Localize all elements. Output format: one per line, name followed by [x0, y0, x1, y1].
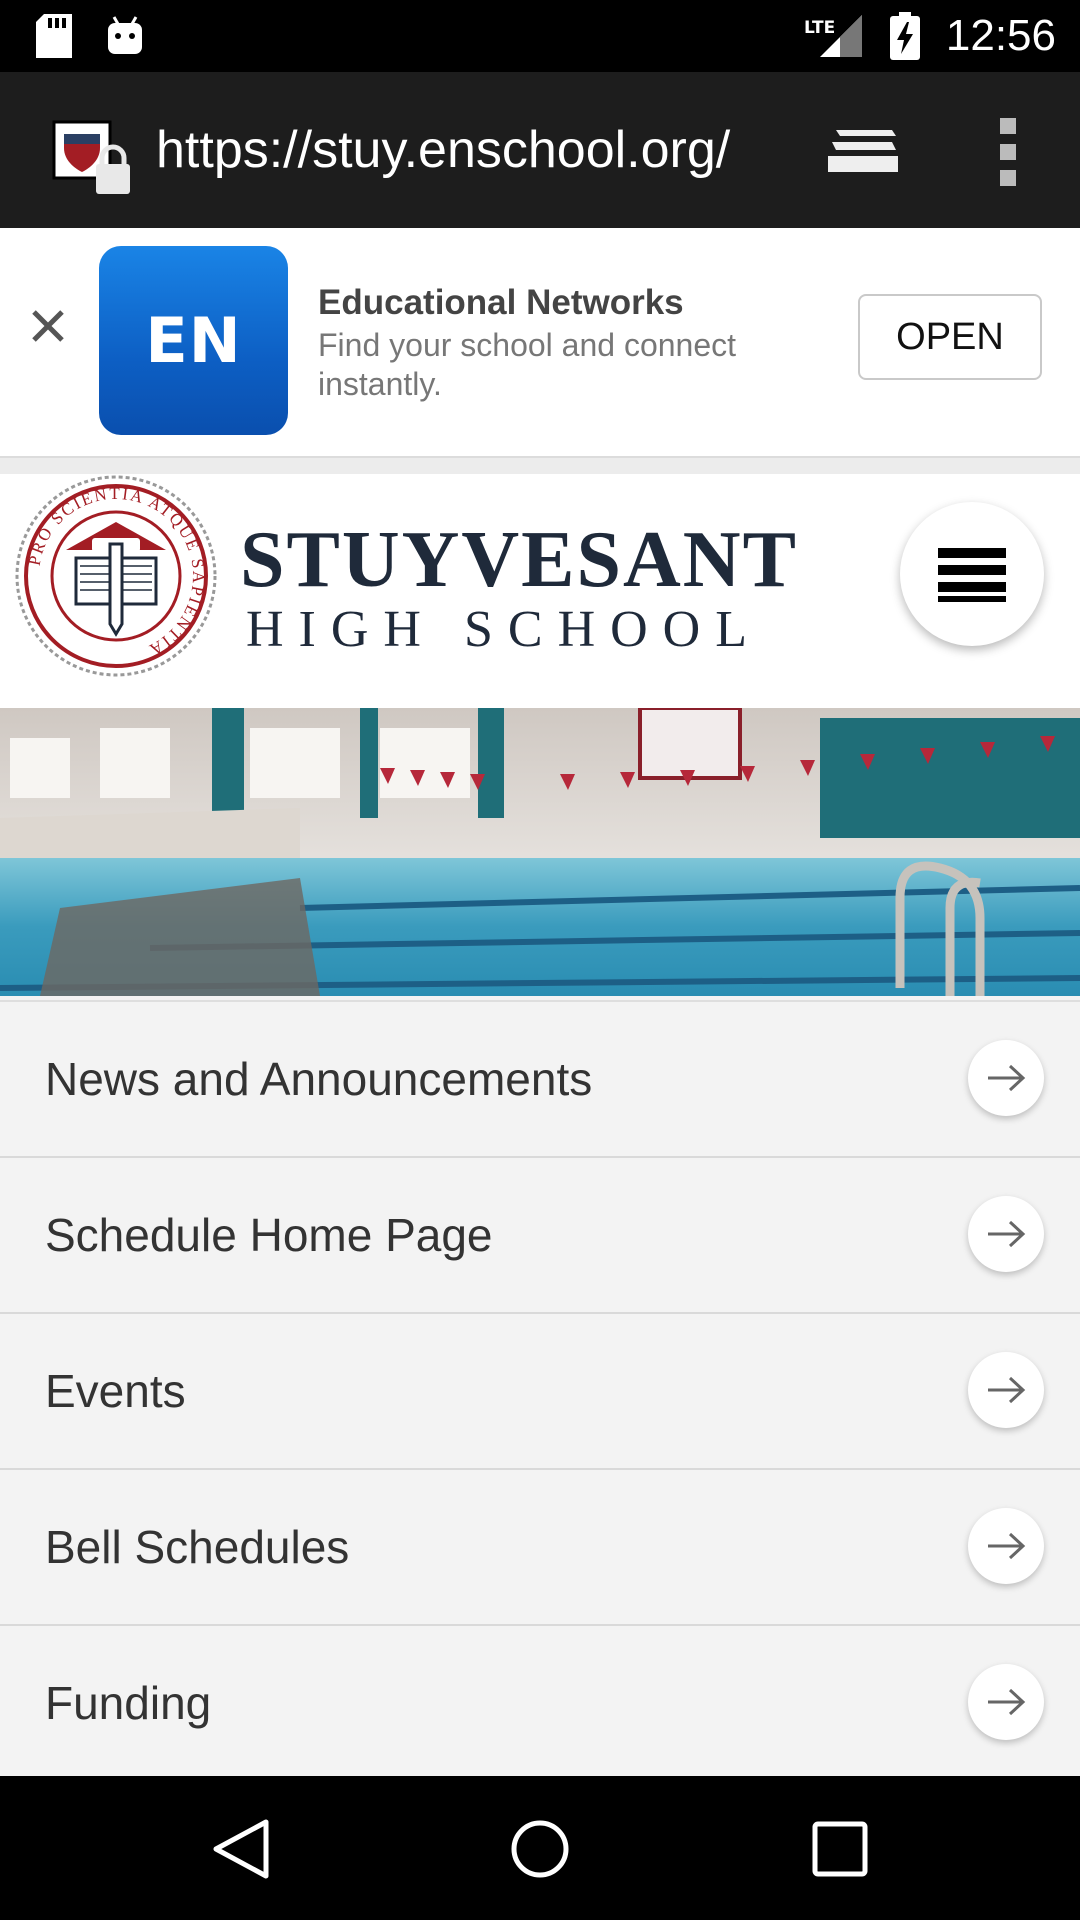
nav-item-events[interactable]: Events: [0, 1314, 1080, 1470]
nav-item-label: Schedule Home Page: [45, 1209, 493, 1261]
app-name: Educational Networks: [318, 283, 684, 322]
system-navigation-bar: [0, 1776, 1080, 1920]
arrow-right-icon[interactable]: [968, 1196, 1044, 1272]
back-icon[interactable]: [210, 1818, 272, 1880]
nav-item-label: News and Announcements: [45, 1053, 593, 1105]
android-icon: [106, 16, 144, 56]
nav-item-label: Events: [45, 1365, 186, 1417]
nav-list: News and Announcements Schedule Home Pag…: [0, 1000, 1080, 1778]
nav-item-bell-schedules[interactable]: Bell Schedules: [0, 1470, 1080, 1626]
nav-item-label: Funding: [45, 1677, 212, 1729]
school-name: STUYVESANT: [240, 516, 798, 604]
nav-item-news[interactable]: News and Announcements: [0, 1002, 1080, 1158]
arrow-right-icon[interactable]: [968, 1508, 1044, 1584]
lte-label: LTE: [804, 18, 835, 38]
school-seal-logo[interactable]: PRO SCIENTIA ATQUE SAPIENTIA: [14, 474, 218, 678]
tab-switcher-icon[interactable]: [826, 120, 902, 180]
status-bar: LTE 12:56: [0, 0, 1080, 72]
divider: [0, 458, 1080, 474]
site-header: PRO SCIENTIA ATQUE SAPIENTIA STUYVESANT …: [0, 474, 1080, 708]
school-subtitle: HIGH SCHOOL: [246, 601, 762, 658]
arrow-right-icon[interactable]: [968, 1040, 1044, 1116]
arrow-right-icon[interactable]: [968, 1664, 1044, 1740]
swimming-pool-photo: [0, 708, 1080, 996]
hamburger-icon: [938, 548, 1006, 602]
app-icon[interactable]: EN: [99, 246, 288, 435]
close-icon[interactable]: [28, 306, 68, 346]
arrow-right-icon[interactable]: [968, 1352, 1044, 1428]
app-install-banner: EN Educational Networks Find your school…: [0, 228, 1080, 458]
nav-item-schedule-home[interactable]: Schedule Home Page: [0, 1158, 1080, 1314]
status-time: 12:56: [945, 11, 1056, 60]
overflow-menu-icon[interactable]: [992, 116, 1024, 188]
app-icon-label: EN: [145, 304, 242, 377]
nav-item-label: Bell Schedules: [45, 1521, 350, 1573]
url-bar[interactable]: https://stuy.enschool.org/: [156, 117, 768, 183]
secure-site-icon[interactable]: [52, 120, 132, 196]
lte-signal-icon: LTE: [804, 13, 864, 59]
nav-item-funding[interactable]: Funding: [0, 1626, 1080, 1780]
hamburger-menu-button[interactable]: [900, 502, 1044, 646]
battery-charging-icon: [889, 12, 920, 60]
sd-card-icon: [36, 14, 72, 58]
browser-toolbar: https://stuy.enschool.org/: [0, 72, 1080, 228]
recents-icon[interactable]: [809, 1818, 871, 1880]
hero-image: [0, 708, 1080, 996]
app-description: Find your school and connect instantly.: [318, 327, 737, 402]
home-icon[interactable]: [509, 1818, 571, 1880]
open-app-button[interactable]: OPEN: [858, 294, 1042, 380]
